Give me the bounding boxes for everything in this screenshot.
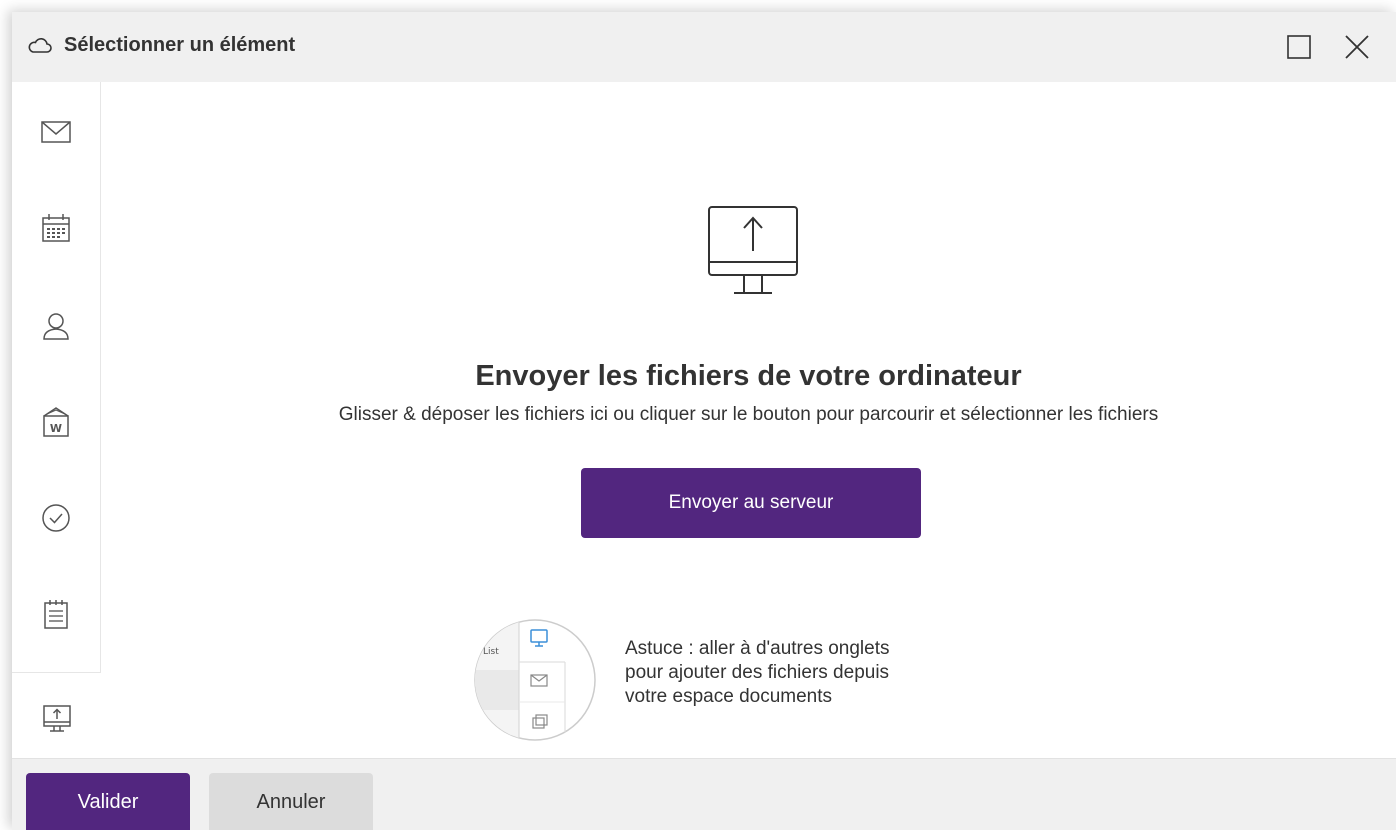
svg-text:W: W	[50, 422, 62, 435]
task-check-icon	[42, 504, 70, 532]
select-item-dialog: Sélectionner un élément W Envoyer les fi…	[12, 12, 1396, 830]
close-icon[interactable]	[1342, 32, 1372, 62]
computer-upload-icon	[708, 206, 798, 294]
sidebar: W	[12, 82, 101, 766]
tip-image-label: List	[483, 647, 499, 657]
upload-panel[interactable]: Envoyer les fichiers de votre ordinateur…	[101, 82, 1396, 758]
dialog-footer: Valider Annuler	[12, 758, 1396, 830]
tip-line: pour ajouter des fichiers depuis	[625, 662, 890, 683]
word-document-icon: W	[43, 407, 69, 437]
mail-icon	[41, 121, 71, 143]
send-to-server-button[interactable]: Envoyer au serveur	[581, 468, 921, 538]
tip-illustration: List	[474, 619, 596, 741]
notes-icon	[44, 600, 68, 629]
maximize-icon[interactable]	[1284, 32, 1314, 62]
upload-heading: Envoyer les fichiers de votre ordinateur	[475, 360, 1022, 392]
sidebar-item-calendar[interactable]	[12, 198, 100, 258]
sidebar-item-tasks[interactable]	[12, 488, 100, 548]
sidebar-item-computer-upload[interactable]	[12, 672, 101, 766]
tip-text: Astuce : aller à d'autres onglets pour a…	[625, 637, 1025, 709]
calendar-icon	[42, 214, 70, 242]
tip-line: votre espace documents	[625, 686, 833, 707]
upload-instructions: Glisser & déposer les fichiers ici ou cl…	[338, 404, 1159, 425]
sidebar-item-mail[interactable]	[12, 102, 100, 162]
validate-button[interactable]: Valider	[26, 773, 190, 830]
dialog-title: Sélectionner un élément	[64, 34, 296, 56]
sidebar-item-notes[interactable]	[12, 584, 100, 644]
contact-icon	[43, 313, 69, 340]
dialog-titlebar: Sélectionner un élément	[12, 12, 1396, 82]
cloud-icon	[28, 38, 52, 53]
computer-upload-icon	[42, 705, 71, 732]
sidebar-item-documents[interactable]: W	[12, 392, 100, 452]
tip-line: Astuce : aller à d'autres onglets	[625, 638, 890, 659]
sidebar-item-contacts[interactable]	[12, 296, 100, 356]
cancel-button[interactable]: Annuler	[209, 773, 373, 830]
